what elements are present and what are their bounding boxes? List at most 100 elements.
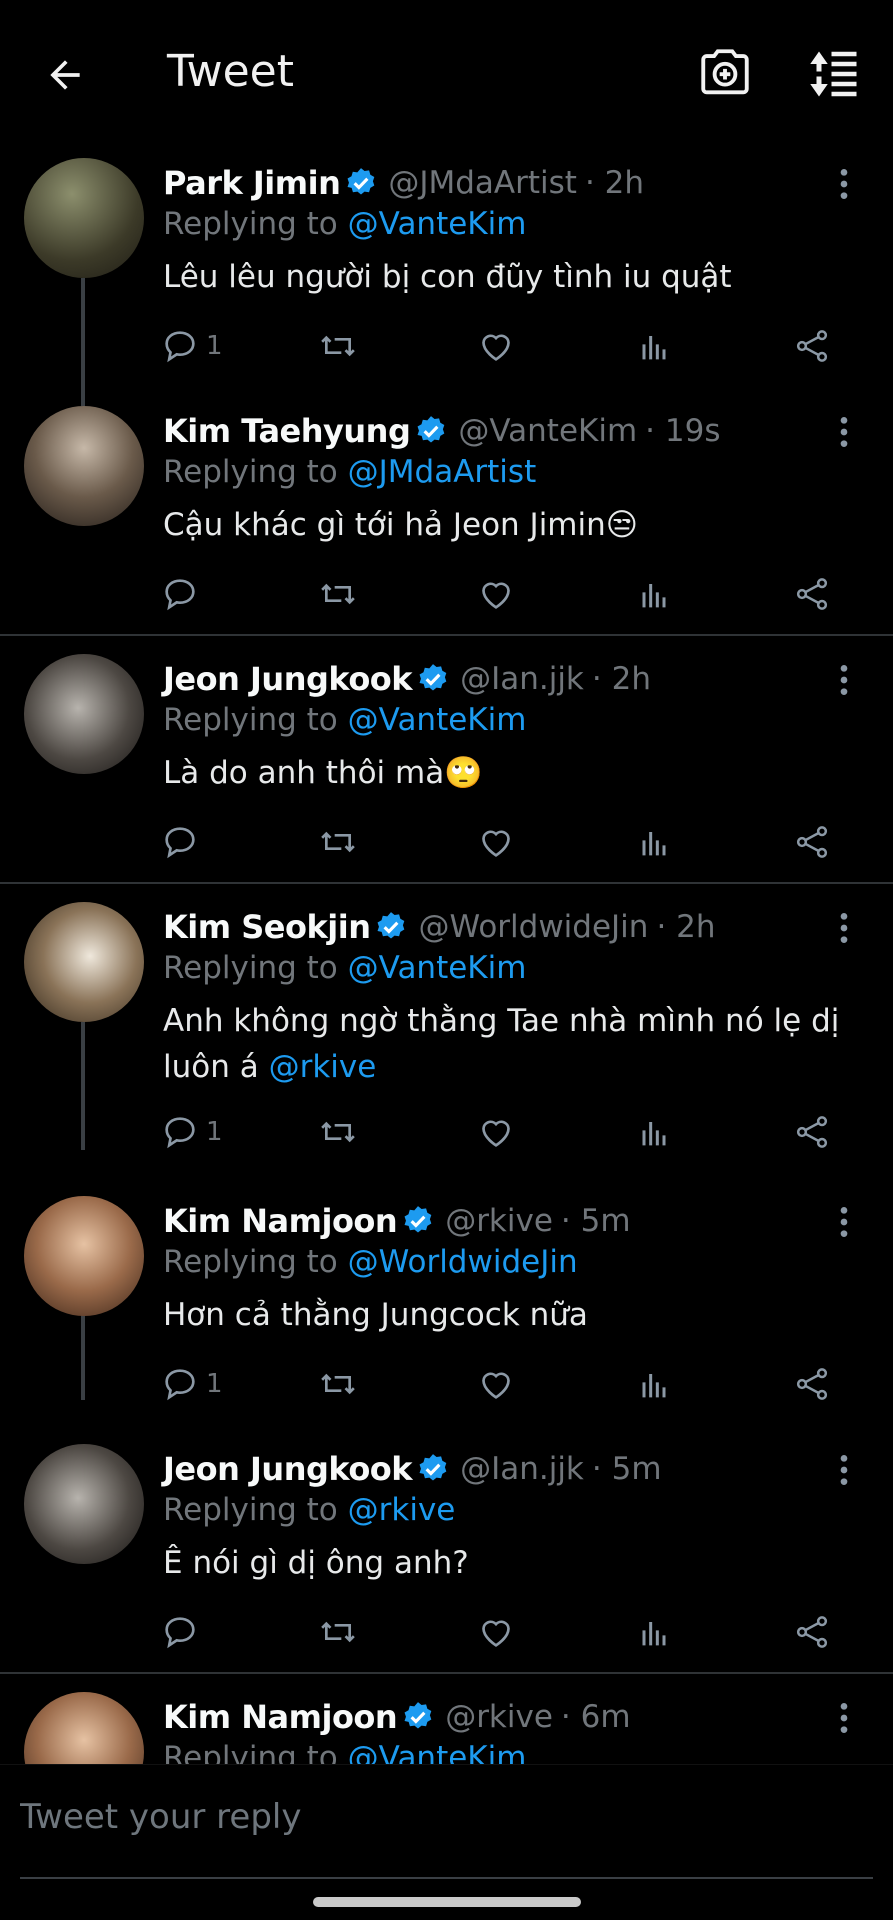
tweet[interactable]: Jeon Jungkook @Ian.jjk · 5m Replying to …: [0, 1436, 893, 1668]
timestamp: · 5m: [591, 1451, 662, 1487]
avatar[interactable]: [24, 902, 144, 1022]
reply-button[interactable]: 1: [160, 326, 223, 366]
retweet-icon: [321, 1373, 355, 1395]
share-button[interactable]: [792, 574, 832, 614]
replying-to-label: Replying to: [163, 1244, 338, 1280]
display-name[interactable]: Jeon Jungkook: [163, 660, 413, 698]
display-name[interactable]: Kim Namjoon: [163, 1202, 398, 1240]
tweet[interactable]: Park Jimin @JMdaArtist · 2h Replying to …: [0, 150, 893, 396]
reply-button[interactable]: 1: [160, 1112, 223, 1152]
mention-link[interactable]: @rkive: [348, 1492, 456, 1528]
share-button[interactable]: [792, 1112, 832, 1152]
like-button[interactable]: [476, 1612, 516, 1652]
timestamp: · 19s: [645, 413, 721, 449]
reply-icon: [165, 827, 195, 859]
retweet-icon: [321, 583, 355, 605]
mention-link[interactable]: @VanteKim: [348, 950, 527, 986]
retweet-button[interactable]: [318, 1364, 358, 1404]
timestamp: · 2h: [656, 909, 716, 945]
replying-to: Replying to @VanteKim: [163, 206, 526, 242]
tweet-text-body: Anh không ngờ thằng Tae nhà mình nó lẹ d…: [163, 1003, 840, 1085]
display-name[interactable]: Kim Taehyung: [163, 412, 411, 450]
home-indicator[interactable]: [313, 1897, 581, 1907]
reply-button[interactable]: 1: [160, 1364, 223, 1404]
reply-button[interactable]: [160, 1612, 206, 1652]
like-button[interactable]: [476, 326, 516, 366]
views-button[interactable]: [634, 1612, 674, 1652]
share-button[interactable]: [792, 326, 832, 366]
retweet-button[interactable]: [318, 574, 358, 614]
reply-icon: [165, 1369, 195, 1401]
replying-to-label: Replying to: [163, 702, 338, 738]
more-options-icon[interactable]: [830, 660, 858, 700]
avatar[interactable]: [24, 406, 144, 526]
share-button[interactable]: [792, 1612, 832, 1652]
mention-link[interactable]: @JMdaArtist: [348, 454, 537, 490]
tweet[interactable]: Kim Taehyung @VanteKim · 19s Replying to…: [0, 398, 893, 630]
like-button[interactable]: [476, 574, 516, 614]
mention-link[interactable]: @WorldwideJin: [348, 1244, 578, 1280]
more-options-icon[interactable]: [830, 1202, 858, 1242]
timestamp: · 2h: [591, 661, 651, 697]
share-button[interactable]: [792, 1364, 832, 1404]
tweet[interactable]: Kim Namjoon @rkive · 6m Replying to @Van…: [0, 1684, 893, 1764]
handle: @Ian.jjk: [460, 661, 584, 697]
display-name[interactable]: Kim Namjoon: [163, 1698, 398, 1736]
display-name[interactable]: Jeon Jungkook: [163, 1450, 413, 1488]
tweet[interactable]: Kim Namjoon @rkive · 5m Replying to @Wor…: [0, 1188, 893, 1420]
views-button[interactable]: [634, 822, 674, 862]
timestamp: · 2h: [584, 165, 645, 201]
avatar[interactable]: [24, 158, 144, 278]
mention-link[interactable]: @rkive: [269, 1049, 377, 1085]
analytics-icon: [642, 336, 666, 360]
display-name[interactable]: Park Jimin: [163, 164, 341, 202]
mention-link[interactable]: @VanteKim: [348, 1740, 527, 1764]
mention-link[interactable]: @VanteKim: [348, 702, 527, 738]
camera-plus-icon[interactable]: [696, 44, 754, 102]
reply-input[interactable]: [20, 1787, 870, 1847]
more-options-icon[interactable]: [830, 1698, 858, 1738]
avatar[interactable]: [24, 654, 144, 774]
share-icon: [796, 826, 828, 858]
more-options-icon[interactable]: [830, 164, 858, 204]
more-options-icon[interactable]: [830, 908, 858, 948]
views-button[interactable]: [634, 1364, 674, 1404]
avatar[interactable]: [24, 1444, 144, 1564]
avatar[interactable]: [24, 1196, 144, 1316]
more-options-icon[interactable]: [830, 412, 858, 452]
divider: [0, 1672, 893, 1674]
reply-count: 1: [206, 1117, 223, 1147]
like-button[interactable]: [476, 1364, 516, 1404]
views-button[interactable]: [634, 326, 674, 366]
retweet-button[interactable]: [318, 1112, 358, 1152]
heart-icon: [482, 1120, 510, 1147]
more-options-icon[interactable]: [830, 1450, 858, 1490]
avatar[interactable]: [24, 1692, 144, 1764]
analytics-icon: [642, 832, 666, 856]
reply-button[interactable]: [160, 574, 206, 614]
tweet-text: Cậu khác gì tới hả Jeon Jimin😒: [163, 507, 639, 543]
reply-icon: [165, 331, 195, 363]
handle: @JMdaArtist: [388, 165, 577, 201]
views-button[interactable]: [634, 1112, 674, 1152]
tweet-text: Hơn cả thằng Jungcock nữa: [163, 1297, 588, 1333]
tweet-actions: 1: [160, 326, 850, 366]
replying-to-label: Replying to: [163, 206, 338, 242]
back-arrow-icon[interactable]: [38, 48, 92, 102]
like-button[interactable]: [476, 822, 516, 862]
retweet-button[interactable]: [318, 326, 358, 366]
retweet-icon: [321, 335, 355, 357]
display-name[interactable]: Kim Seokjin: [163, 908, 371, 946]
tweet[interactable]: Kim Seokjin @WorldwideJin · 2h Replying …: [0, 894, 893, 1149]
sort-replies-icon[interactable]: [804, 44, 864, 104]
views-button[interactable]: [634, 574, 674, 614]
retweet-button[interactable]: [318, 1612, 358, 1652]
conversation-thread[interactable]: Park Jimin @JMdaArtist · 2h Replying to …: [0, 150, 893, 1764]
tweet-text: Anh không ngờ thằng Tae nhà mình nó lẹ d…: [163, 998, 863, 1090]
like-button[interactable]: [476, 1112, 516, 1152]
mention-link[interactable]: @VanteKim: [348, 206, 527, 242]
share-button[interactable]: [792, 822, 832, 862]
retweet-button[interactable]: [318, 822, 358, 862]
tweet[interactable]: Jeon Jungkook @Ian.jjk · 2h Replying to …: [0, 646, 893, 878]
reply-button[interactable]: [160, 822, 206, 862]
